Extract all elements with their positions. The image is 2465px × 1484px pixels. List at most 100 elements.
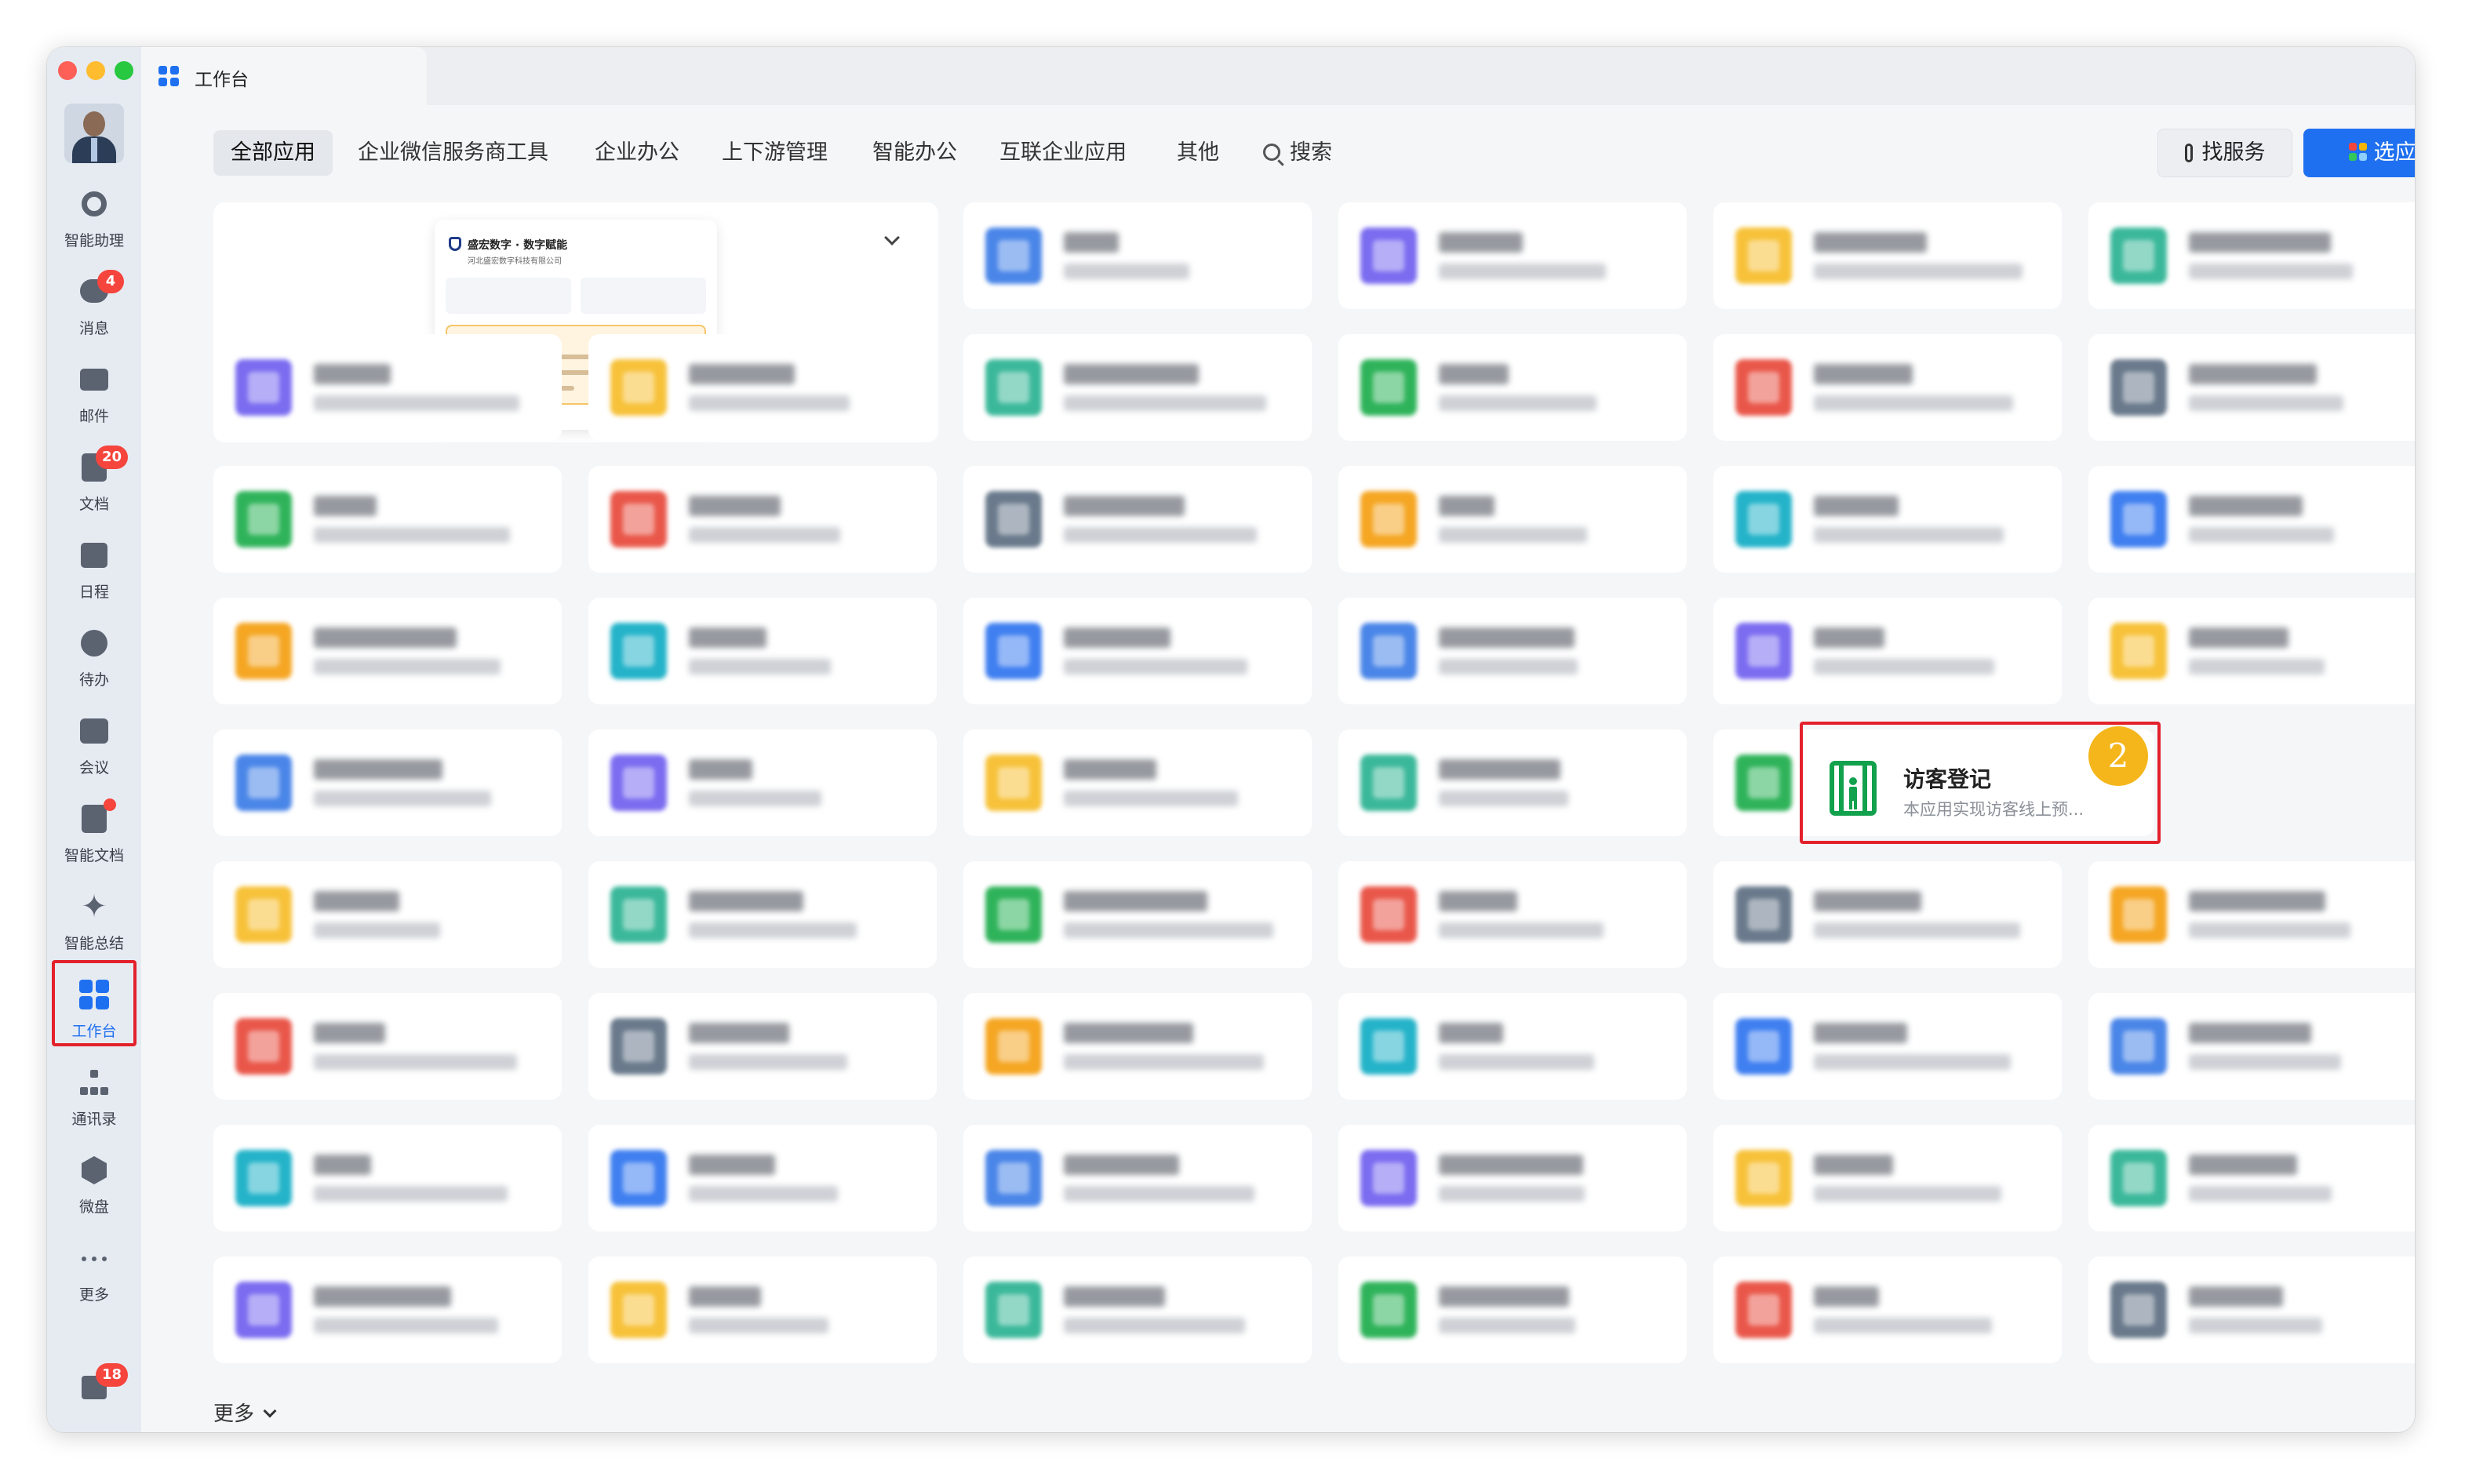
- app-card[interactable]: [213, 598, 562, 704]
- sidebar-item-more[interactable]: 更多: [47, 1233, 141, 1318]
- app-card[interactable]: [213, 993, 562, 1100]
- app-card[interactable]: [963, 202, 1312, 309]
- app-card[interactable]: [588, 466, 937, 573]
- app-desc-placeholder: [1814, 1186, 2001, 1202]
- app-card[interactable]: [963, 598, 1312, 704]
- pick-app-button[interactable]: 选应用: [2303, 129, 2415, 177]
- tab-other[interactable]: 其他: [1160, 130, 1236, 176]
- sidebar-item-doc[interactable]: 20 文档: [47, 442, 141, 527]
- find-service-button[interactable]: 找服务: [2157, 129, 2292, 177]
- sidebar-item-mail[interactable]: 邮件: [47, 355, 141, 439]
- app-card[interactable]: [1338, 598, 1687, 704]
- app-name-placeholder: [1064, 891, 1207, 911]
- sidebar-item-todo[interactable]: 待办: [47, 618, 141, 703]
- app-card[interactable]: [2088, 861, 2415, 968]
- sidebar-item-contacts[interactable]: 通讯录: [47, 1057, 141, 1142]
- app-card[interactable]: [2088, 1125, 2415, 1231]
- app-card[interactable]: [213, 334, 562, 441]
- app-card[interactable]: [588, 334, 937, 441]
- tab-office[interactable]: 企业办公: [577, 130, 697, 176]
- chevron-down-icon[interactable]: [884, 230, 900, 246]
- app-card[interactable]: [1713, 598, 2062, 704]
- tab-provider-tools[interactable]: 企业微信服务商工具: [340, 130, 566, 176]
- app-name-placeholder: [2189, 496, 2303, 516]
- app-card[interactable]: [1338, 993, 1687, 1100]
- search-button[interactable]: 搜索: [1246, 130, 1349, 176]
- more-button[interactable]: 更多: [213, 1398, 277, 1427]
- meeting-icon: [77, 714, 111, 748]
- app-icon: [1360, 1018, 1417, 1075]
- app-desc-placeholder: [689, 1318, 828, 1333]
- app-card[interactable]: [963, 466, 1312, 573]
- tab-smart-office[interactable]: 智能办公: [855, 130, 974, 176]
- sidebar-gift[interactable]: 18: [47, 1362, 141, 1417]
- app-card[interactable]: [1713, 466, 2062, 573]
- app-card[interactable]: [2088, 1257, 2415, 1363]
- app-desc-placeholder: [314, 659, 501, 675]
- app-desc-placeholder: [314, 1054, 517, 1070]
- app-card[interactable]: [1713, 202, 2062, 309]
- sidebar-item-smart-doc[interactable]: 智能文档: [47, 794, 141, 878]
- app-card[interactable]: [2088, 334, 2415, 441]
- app-card[interactable]: [588, 729, 937, 836]
- app-card[interactable]: [2088, 993, 2415, 1100]
- sidebar-item-message[interactable]: 4 消息: [47, 267, 141, 351]
- app-card[interactable]: [213, 861, 562, 968]
- tab-supply-chain[interactable]: 上下游管理: [705, 130, 845, 176]
- app-card[interactable]: [213, 1257, 562, 1363]
- app-card[interactable]: [1338, 861, 1687, 968]
- app-desc-placeholder: [1439, 1186, 1585, 1202]
- app-card[interactable]: [1338, 1125, 1687, 1231]
- app-card[interactable]: [2088, 598, 2415, 704]
- app-card[interactable]: [963, 729, 1312, 836]
- app-card[interactable]: [963, 1125, 1312, 1231]
- app-card[interactable]: [963, 861, 1312, 968]
- app-card[interactable]: [588, 993, 937, 1100]
- service-icon: [2184, 144, 2193, 162]
- tab-linked-apps[interactable]: 互联企业应用: [982, 130, 1144, 176]
- app-card[interactable]: [963, 993, 1312, 1100]
- app-card[interactable]: [963, 1257, 1312, 1363]
- app-card[interactable]: [1338, 334, 1687, 441]
- sidebar-item-assistant[interactable]: 智能助理: [47, 179, 141, 264]
- app-card[interactable]: [1338, 1257, 1687, 1363]
- app-icon: [1735, 227, 1792, 284]
- app-name-placeholder: [1439, 1023, 1503, 1043]
- minimize-window-button[interactable]: [86, 61, 105, 80]
- app-name-placeholder: [1439, 364, 1509, 384]
- app-icon: [235, 623, 292, 679]
- maximize-window-button[interactable]: [115, 61, 133, 80]
- app-card[interactable]: [1338, 202, 1687, 309]
- app-card[interactable]: [1713, 1125, 2062, 1231]
- app-card[interactable]: [963, 334, 1312, 441]
- app-card[interactable]: [2088, 466, 2415, 573]
- tab-all-apps[interactable]: 全部应用: [213, 130, 333, 176]
- sidebar-item-calendar[interactable]: 日程: [47, 530, 141, 615]
- tab-workbench[interactable]: 工作台: [141, 47, 427, 105]
- sidebar-item-meeting[interactable]: 会议: [47, 706, 141, 791]
- app-card[interactable]: [1713, 1257, 2062, 1363]
- app-card[interactable]: [213, 729, 562, 836]
- app-card[interactable]: [1338, 729, 1687, 836]
- sidebar-item-smart-summary[interactable]: ✦ 智能总结: [47, 882, 141, 966]
- app-card[interactable]: [1338, 466, 1687, 573]
- app-card[interactable]: [213, 466, 562, 573]
- sidebar-item-drive[interactable]: 微盘: [47, 1145, 141, 1230]
- app-card[interactable]: [588, 861, 937, 968]
- app-card[interactable]: [1713, 334, 2062, 441]
- app-card[interactable]: [588, 598, 937, 704]
- app-desc-placeholder: [1064, 1186, 1254, 1202]
- avatar[interactable]: [64, 104, 124, 163]
- app-card[interactable]: [213, 1125, 562, 1231]
- app-name-placeholder: [689, 891, 803, 911]
- app-card[interactable]: [588, 1125, 937, 1231]
- app-card[interactable]: [2088, 202, 2415, 309]
- close-window-button[interactable]: [58, 61, 77, 80]
- app-name-placeholder: [2189, 627, 2288, 648]
- app-card[interactable]: [1713, 861, 2062, 968]
- app-desc-placeholder: [314, 1186, 508, 1202]
- app-card[interactable]: [588, 1257, 937, 1363]
- app-desc-placeholder: [1814, 527, 2004, 543]
- app-card[interactable]: [1713, 993, 2062, 1100]
- app-desc-placeholder: [1064, 527, 1257, 543]
